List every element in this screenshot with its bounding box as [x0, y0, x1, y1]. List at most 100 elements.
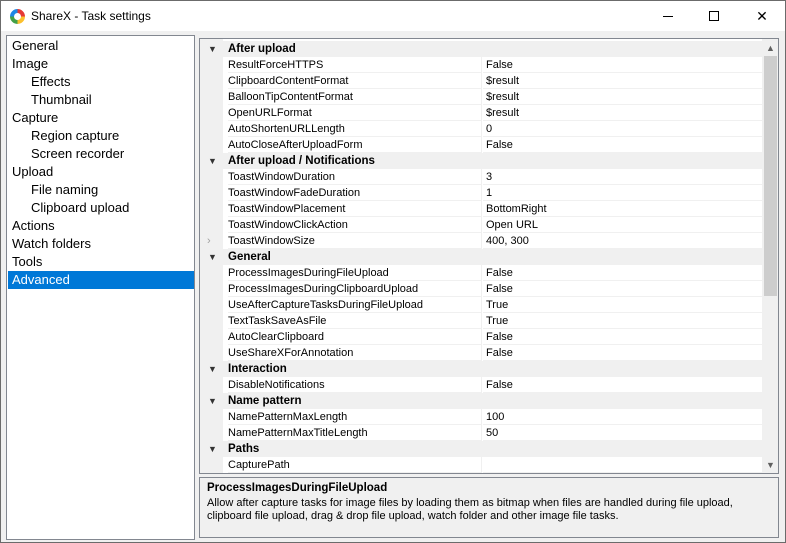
nav-item[interactable]: General: [8, 37, 194, 55]
scroll-thumb[interactable]: [764, 56, 777, 296]
nav-item[interactable]: Advanced: [8, 271, 194, 289]
property-row[interactable]: ClipboardContentFormat $result: [200, 73, 763, 89]
property-row[interactable]: CapturePath: [200, 457, 763, 473]
property-value[interactable]: 100: [483, 409, 763, 425]
collapse-arrow-icon[interactable]: ▼: [208, 441, 217, 457]
property-value[interactable]: [483, 457, 763, 473]
property-value[interactable]: BottomRight: [483, 201, 763, 217]
property-category[interactable]: ▼ After upload / Notifications: [200, 153, 763, 169]
property-category[interactable]: ▼ After upload: [200, 41, 763, 57]
nav-item[interactable]: Upload: [8, 163, 194, 181]
collapse-arrow-icon[interactable]: ▼: [208, 153, 217, 169]
property-grid[interactable]: ▼ After upload ResultForceHTTPS False Clipbo…: [199, 38, 779, 474]
property-name[interactable]: ResultForceHTTPS: [228, 57, 482, 73]
property-value[interactable]: 400, 300: [483, 233, 763, 249]
property-name[interactable]: ProcessImagesDuringClipboardUpload: [228, 281, 482, 297]
nav-item[interactable]: Image: [8, 55, 194, 73]
property-value[interactable]: 0: [483, 121, 763, 137]
collapse-arrow-icon[interactable]: ▼: [208, 361, 217, 377]
property-value[interactable]: False: [483, 265, 763, 281]
close-button[interactable]: ✕: [739, 1, 785, 31]
property-row[interactable]: ProcessImagesDuringClipboardUpload False: [200, 281, 763, 297]
nav-item[interactable]: Screen recorder: [8, 145, 194, 163]
property-row[interactable]: ToastWindowClickAction Open URL: [200, 217, 763, 233]
property-row[interactable]: AutoShortenURLLength 0: [200, 121, 763, 137]
property-row[interactable]: AutoClearClipboard False: [200, 329, 763, 345]
property-row[interactable]: NamePatternMaxLength 100: [200, 409, 763, 425]
property-name[interactable]: AutoCloseAfterUploadForm: [228, 137, 482, 153]
property-name[interactable]: AutoShortenURLLength: [228, 121, 482, 137]
settings-navigation-tree[interactable]: General Image Effects Thumbnail Capture Regio…: [6, 35, 195, 540]
property-name[interactable]: NamePatternMaxLength: [228, 409, 482, 425]
property-value[interactable]: True: [483, 313, 763, 329]
scroll-down-arrow-icon[interactable]: ▼: [762, 456, 778, 473]
property-value[interactable]: False: [483, 329, 763, 345]
nav-item[interactable]: Actions: [8, 217, 194, 235]
nav-item[interactable]: Tools: [8, 253, 194, 271]
property-name[interactable]: BalloonTipContentFormat: [228, 89, 482, 105]
expand-chevron-icon[interactable]: ›: [207, 233, 219, 249]
property-row[interactable]: ResultForceHTTPS False: [200, 57, 763, 73]
title-bar[interactable]: ShareX - Task settings ✕: [1, 1, 785, 31]
property-value[interactable]: Open URL: [483, 217, 763, 233]
property-category[interactable]: ▼ Interaction: [200, 361, 763, 377]
property-name[interactable]: UseShareXForAnnotation: [228, 345, 482, 361]
property-name[interactable]: ToastWindowClickAction: [228, 217, 482, 233]
property-value[interactable]: False: [483, 281, 763, 297]
property-name[interactable]: ToastWindowDuration: [228, 169, 482, 185]
property-category[interactable]: ▼ General: [200, 249, 763, 265]
property-name[interactable]: ToastWindowFadeDuration: [228, 185, 482, 201]
property-name[interactable]: ToastWindowPlacement: [228, 201, 482, 217]
collapse-arrow-icon[interactable]: ▼: [208, 249, 217, 265]
collapse-arrow-icon[interactable]: ▼: [208, 41, 217, 57]
property-name[interactable]: OpenURLFormat: [228, 105, 482, 121]
property-row[interactable]: NamePatternMaxTitleLength 50: [200, 425, 763, 441]
nav-item[interactable]: Thumbnail: [8, 91, 194, 109]
property-value[interactable]: 3: [483, 169, 763, 185]
property-category[interactable]: ▼ Paths: [200, 441, 763, 457]
property-name[interactable]: NamePatternMaxTitleLength: [228, 425, 482, 441]
property-name[interactable]: DisableNotifications: [228, 377, 482, 393]
property-name[interactable]: UseAfterCaptureTasksDuringFileUpload: [228, 297, 482, 313]
property-row[interactable]: UseAfterCaptureTasksDuringFileUpload True: [200, 297, 763, 313]
nav-item[interactable]: Region capture: [8, 127, 194, 145]
collapse-arrow-icon[interactable]: ▼: [208, 393, 217, 409]
property-value[interactable]: $result: [483, 73, 763, 89]
property-row[interactable]: AutoCloseAfterUploadForm False: [200, 137, 763, 153]
property-grid-scrollbar[interactable]: ▲ ▼: [762, 39, 778, 473]
property-name[interactable]: ProcessImagesDuringFileUpload: [228, 265, 482, 281]
scroll-up-arrow-icon[interactable]: ▲: [762, 39, 778, 56]
property-value[interactable]: 50: [483, 425, 763, 441]
property-row[interactable]: BalloonTipContentFormat $result: [200, 89, 763, 105]
property-row[interactable]: › ToastWindowSize 400, 300: [200, 233, 763, 249]
nav-item[interactable]: Effects: [8, 73, 194, 91]
property-row[interactable]: ProcessImagesDuringFileUpload False: [200, 265, 763, 281]
nav-item[interactable]: Capture: [8, 109, 194, 127]
property-value[interactable]: True: [483, 297, 763, 313]
property-name[interactable]: ClipboardContentFormat: [228, 73, 482, 89]
property-row[interactable]: ToastWindowPlacement BottomRight: [200, 201, 763, 217]
property-name[interactable]: CapturePath: [228, 457, 482, 473]
property-row[interactable]: UseShareXForAnnotation False: [200, 345, 763, 361]
property-row[interactable]: TextTaskSaveAsFile True: [200, 313, 763, 329]
nav-item[interactable]: File naming: [8, 181, 194, 199]
property-category[interactable]: ▼ Name pattern: [200, 393, 763, 409]
property-value[interactable]: False: [483, 345, 763, 361]
property-value[interactable]: False: [483, 57, 763, 73]
maximize-button[interactable]: [691, 1, 737, 31]
property-name[interactable]: TextTaskSaveAsFile: [228, 313, 482, 329]
property-name[interactable]: ToastWindowSize: [228, 233, 482, 249]
property-value[interactable]: $result: [483, 105, 763, 121]
property-row[interactable]: ToastWindowDuration 3: [200, 169, 763, 185]
property-value[interactable]: $result: [483, 89, 763, 105]
property-value[interactable]: False: [483, 137, 763, 153]
property-row[interactable]: ToastWindowFadeDuration 1: [200, 185, 763, 201]
nav-item[interactable]: Watch folders: [8, 235, 194, 253]
minimize-button[interactable]: [645, 1, 691, 31]
property-value[interactable]: False: [483, 377, 763, 393]
property-name[interactable]: AutoClearClipboard: [228, 329, 482, 345]
property-row[interactable]: OpenURLFormat $result: [200, 105, 763, 121]
property-row[interactable]: DisableNotifications False: [200, 377, 763, 393]
nav-item[interactable]: Clipboard upload: [8, 199, 194, 217]
property-value[interactable]: 1: [483, 185, 763, 201]
